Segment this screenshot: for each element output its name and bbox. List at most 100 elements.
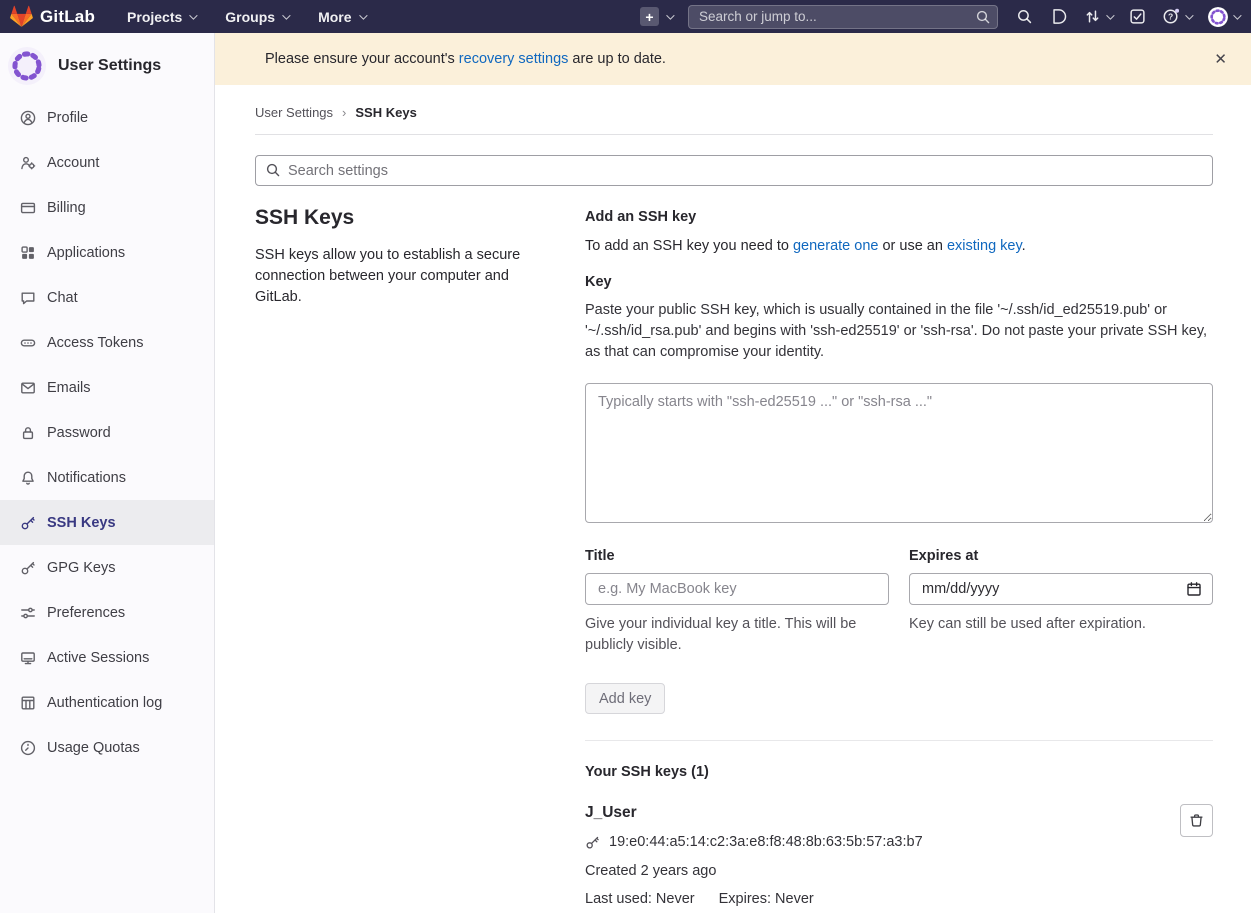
- sidebar-item-profile[interactable]: Profile: [0, 95, 214, 140]
- chevron-down-icon: [1185, 11, 1193, 19]
- sidebar-item-access-tokens[interactable]: Access Tokens: [0, 320, 214, 365]
- add-ssh-key-heading: Add an SSH key: [585, 209, 1213, 225]
- sidebar-item-ssh-keys[interactable]: SSH Keys: [0, 500, 214, 545]
- sidebar-header: User Settings: [0, 33, 214, 95]
- menu-groups[interactable]: Groups: [225, 9, 288, 25]
- page-title: SSH Keys: [255, 206, 555, 230]
- expires-field-help: Key can still be used after expiration.: [909, 614, 1213, 635]
- chat-icon: [20, 290, 36, 306]
- sidebar-item-label: Profile: [47, 110, 88, 126]
- menu-more-label: More: [318, 9, 351, 25]
- help-icon: ?: [1163, 8, 1180, 25]
- sidebar-item-notifications[interactable]: Notifications: [0, 455, 214, 500]
- user-menu[interactable]: [1208, 7, 1239, 27]
- sidebar-item-gpg-keys[interactable]: GPG Keys: [0, 545, 214, 590]
- expires-field-label: Expires at: [909, 548, 1213, 564]
- merge-requests-menu[interactable]: [1084, 8, 1112, 25]
- close-icon[interactable]: ✕: [1206, 46, 1235, 72]
- title-input[interactable]: [585, 573, 889, 605]
- ssh-key-expires: Expires: Never: [719, 891, 814, 907]
- sidebar-item-billing[interactable]: Billing: [0, 185, 214, 230]
- billing-icon: [20, 200, 36, 216]
- calendar-icon[interactable]: [1186, 581, 1202, 597]
- title-field-group: Title Give your individual key a title. …: [585, 548, 889, 656]
- preferences-icon: [20, 605, 36, 621]
- section-intro: SSH Keys SSH keys allow you to establish…: [255, 204, 555, 907]
- chevron-down-icon: [1233, 11, 1241, 19]
- global-search-input[interactable]: [688, 5, 998, 29]
- password-icon: [20, 425, 36, 441]
- sidebar-item-emails[interactable]: Emails: [0, 365, 214, 410]
- ssh-key-list-item: J_User 19:e0:44:a5:14:c2:3a:e8:f8:48:8b:…: [585, 804, 1213, 907]
- recovery-settings-link[interactable]: recovery settings: [459, 51, 569, 67]
- avatar: [8, 47, 46, 85]
- breadcrumb-separator: ›: [342, 105, 346, 120]
- sidebar-item-preferences[interactable]: Preferences: [0, 590, 214, 635]
- sidebar-item-label: Chat: [47, 290, 78, 306]
- menu-more[interactable]: More: [318, 9, 364, 25]
- logo-text: GitLab: [40, 7, 95, 27]
- sidebar-item-password[interactable]: Password: [0, 410, 214, 455]
- svg-text:?: ?: [1168, 12, 1173, 22]
- recovery-settings-banner: Please ensure your account's recovery se…: [215, 33, 1251, 85]
- expires-field-group: Expires at mm/dd/yyyy Key can still be u…: [909, 548, 1213, 656]
- menu-projects[interactable]: Projects: [127, 9, 195, 25]
- plus-icon: +: [640, 7, 659, 26]
- authentication-log-icon: [20, 695, 36, 711]
- sidebar-item-label: Account: [47, 155, 99, 171]
- sidebar-item-usage-quotas[interactable]: Usage Quotas: [0, 725, 214, 770]
- sidebar-item-chat[interactable]: Chat: [0, 275, 214, 320]
- chevron-down-icon: [282, 11, 290, 19]
- trash-icon: [1189, 813, 1204, 828]
- settings-search: [255, 155, 1213, 186]
- sidebar-item-label: Billing: [47, 200, 86, 216]
- user-avatar: [1208, 7, 1228, 27]
- ssh-key-textarea[interactable]: [585, 383, 1213, 523]
- ssh-key-title: J_User: [585, 804, 1180, 822]
- banner-text: Please ensure your account's recovery se…: [265, 51, 666, 67]
- breadcrumb-current: SSH Keys: [355, 105, 416, 120]
- global-search: [688, 5, 998, 29]
- expires-date-value: mm/dd/yyyy: [922, 581, 999, 597]
- chevron-down-icon: [189, 11, 197, 19]
- key-field-help: Paste your public SSH key, which is usua…: [585, 300, 1213, 363]
- sidebar-item-active-sessions[interactable]: Active Sessions: [0, 635, 214, 680]
- sidebar-item-applications[interactable]: Applications: [0, 230, 214, 275]
- breadcrumb-user-settings[interactable]: User Settings: [255, 105, 333, 120]
- issues-icon[interactable]: [1050, 8, 1067, 25]
- banner-text-before: Please ensure your account's: [265, 51, 459, 67]
- expires-date-input[interactable]: mm/dd/yyyy: [909, 573, 1213, 605]
- help-menu[interactable]: ?: [1163, 8, 1191, 25]
- sidebar-title: User Settings: [58, 57, 161, 75]
- ssh-key-fingerprint: 19:e0:44:a5:14:c2:3a:e8:f8:48:8b:63:5b:5…: [609, 834, 923, 850]
- add-key-button[interactable]: Add key: [585, 683, 665, 714]
- existing-key-link[interactable]: existing key: [947, 238, 1022, 254]
- sidebar-item-account[interactable]: Account: [0, 140, 214, 185]
- page-description: SSH keys allow you to establish a secure…: [255, 245, 555, 308]
- sidebar-item-label: Preferences: [47, 605, 125, 621]
- navbar-icons: ?: [1016, 7, 1239, 27]
- usage-quotas-icon: [20, 740, 36, 756]
- top-navbar: GitLab Projects Groups More +: [0, 0, 1251, 33]
- menu-projects-label: Projects: [127, 9, 182, 25]
- sidebar-item-label: Notifications: [47, 470, 126, 486]
- sidebar-item-label: Emails: [47, 380, 91, 396]
- sidebar-item-label: GPG Keys: [47, 560, 116, 576]
- settings-search-input[interactable]: [255, 155, 1213, 186]
- gitlab-home-link[interactable]: GitLab: [10, 5, 95, 28]
- todos-icon[interactable]: [1129, 8, 1146, 25]
- sidebar-item-authentication-log[interactable]: Authentication log: [0, 680, 214, 725]
- search-icon: [265, 162, 281, 178]
- key-icon: [585, 835, 600, 850]
- tanuki-logo-icon: [10, 5, 33, 28]
- chevron-down-icon: [359, 11, 367, 19]
- search-icon[interactable]: [1016, 8, 1033, 25]
- key-icon: [20, 560, 36, 576]
- sidebar-item-label: Active Sessions: [47, 650, 149, 666]
- emails-icon: [20, 380, 36, 396]
- generate-one-link[interactable]: generate one: [793, 238, 878, 254]
- new-menu-button[interactable]: +: [640, 7, 672, 26]
- account-icon: [20, 155, 36, 171]
- delete-key-button[interactable]: [1180, 804, 1213, 837]
- sidebar-item-label: SSH Keys: [47, 515, 116, 531]
